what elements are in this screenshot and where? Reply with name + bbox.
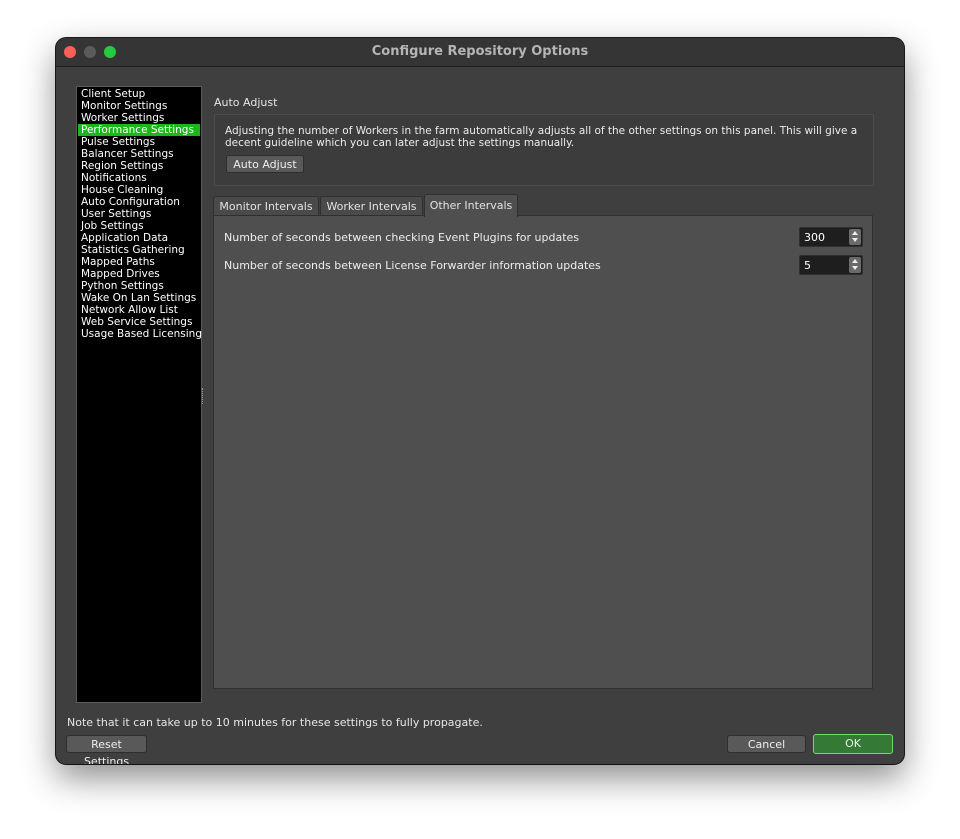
arrow-up-icon[interactable] xyxy=(852,231,858,235)
sidebar-item[interactable]: Wake On Lan Settings xyxy=(78,292,200,304)
settings-category-list[interactable]: Client Setup Monitor Settings Worker Setti… xyxy=(76,86,202,703)
auto-adjust-button[interactable]: Auto Adjust xyxy=(226,155,304,173)
sidebar-item[interactable]: Python Settings xyxy=(78,280,200,292)
title-bar: Configure Repository Options xyxy=(56,38,904,67)
sidebar-item[interactable]: Auto Configuration xyxy=(78,196,200,208)
sidebar-item[interactable]: Performance Settings xyxy=(78,124,200,136)
sidebar-item[interactable]: Monitor Settings xyxy=(78,100,200,112)
arrow-up-icon[interactable] xyxy=(852,259,858,263)
sidebar-item[interactable]: Balancer Settings xyxy=(78,148,200,160)
event-plugins-interval-value[interactable]: 300 xyxy=(804,231,825,244)
sidebar-item[interactable]: Pulse Settings xyxy=(78,136,200,148)
propagation-note: Note that it can take up to 10 minutes f… xyxy=(67,716,483,729)
sidebar-item[interactable]: Web Service Settings xyxy=(78,316,200,328)
license-forwarder-interval-label: Number of seconds between License Forwar… xyxy=(224,259,601,272)
sidebar-item[interactable]: House Cleaning xyxy=(78,184,200,196)
auto-adjust-section-label: Auto Adjust xyxy=(214,96,278,109)
license-forwarder-interval-value[interactable]: 5 xyxy=(804,259,811,272)
sidebar-item[interactable]: Mapped Paths xyxy=(78,256,200,268)
arrow-down-icon[interactable] xyxy=(852,266,858,270)
sidebar-item[interactable]: Mapped Drives xyxy=(78,268,200,280)
tab-monitor-intervals[interactable]: Monitor Intervals xyxy=(213,196,319,216)
sidebar-item[interactable]: Network Allow List xyxy=(78,304,200,316)
event-plugins-interval-label: Number of seconds between checking Event… xyxy=(224,231,580,244)
reset-settings-button[interactable]: Reset Settings xyxy=(66,735,147,764)
splitter-handle[interactable] xyxy=(202,388,205,404)
other-intervals-panel: Number of seconds between checking Event… xyxy=(213,215,873,689)
auto-adjust-description: Adjusting the number of Workers in the f… xyxy=(225,125,858,149)
auto-adjust-group: Adjusting the number of Workers in the f… xyxy=(214,114,874,186)
tab-worker-intervals[interactable]: Worker Intervals xyxy=(320,196,423,216)
ok-button[interactable]: OK xyxy=(813,734,893,754)
arrow-down-icon[interactable] xyxy=(852,238,858,242)
spin-arrows-icon[interactable] xyxy=(849,257,861,273)
configure-repository-window: Configure Repository Options Client Setu… xyxy=(56,38,904,764)
sidebar-item[interactable]: Application Data xyxy=(78,232,200,244)
sidebar-item[interactable]: User Settings xyxy=(78,208,200,220)
sidebar-item[interactable]: Job Settings xyxy=(78,220,200,232)
tab-other-intervals[interactable]: Other Intervals xyxy=(424,194,518,217)
window-title: Configure Repository Options xyxy=(371,44,589,59)
sidebar-item[interactable]: Usage Based Licensing xyxy=(78,328,202,340)
license-forwarder-interval-spinbox[interactable]: 5 xyxy=(799,255,863,275)
sidebar-item[interactable]: Notifications xyxy=(78,172,200,184)
sidebar-item[interactable]: Statistics Gathering xyxy=(78,244,200,256)
sidebar-item[interactable]: Client Setup xyxy=(78,88,200,100)
spin-arrows-icon[interactable] xyxy=(849,229,861,245)
sidebar-item[interactable]: Worker Settings xyxy=(78,112,200,124)
cancel-button[interactable]: Cancel xyxy=(727,735,806,753)
event-plugins-interval-spinbox[interactable]: 300 xyxy=(799,227,863,247)
sidebar-item[interactable]: Region Settings xyxy=(78,160,200,172)
